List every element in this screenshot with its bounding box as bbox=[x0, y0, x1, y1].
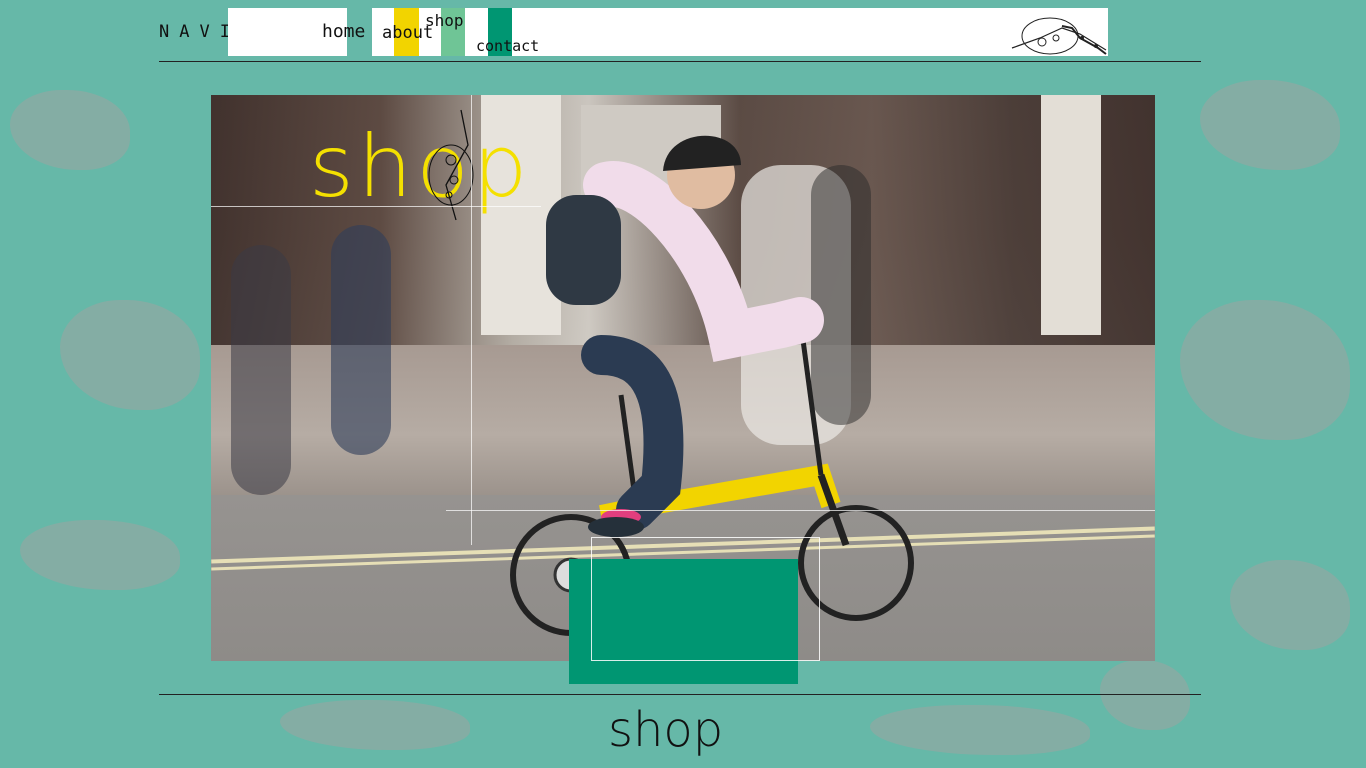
bottom-rule bbox=[159, 694, 1201, 695]
column bbox=[1041, 95, 1101, 335]
section-title: shop bbox=[608, 702, 724, 758]
bike-icon bbox=[1011, 17, 1107, 55]
top-rule bbox=[159, 61, 1201, 62]
nav-link-home[interactable]: home bbox=[322, 21, 365, 42]
pedestrian bbox=[231, 245, 291, 495]
outline-box bbox=[591, 537, 820, 661]
guide-line bbox=[446, 510, 1155, 511]
pedestrian bbox=[331, 225, 391, 455]
sketch-icon bbox=[428, 109, 474, 221]
nav-link-shop[interactable]: shop bbox=[425, 11, 464, 30]
nav-link-contact[interactable]: contact bbox=[476, 37, 539, 55]
guide-line bbox=[211, 206, 541, 207]
guide-line bbox=[471, 95, 472, 545]
